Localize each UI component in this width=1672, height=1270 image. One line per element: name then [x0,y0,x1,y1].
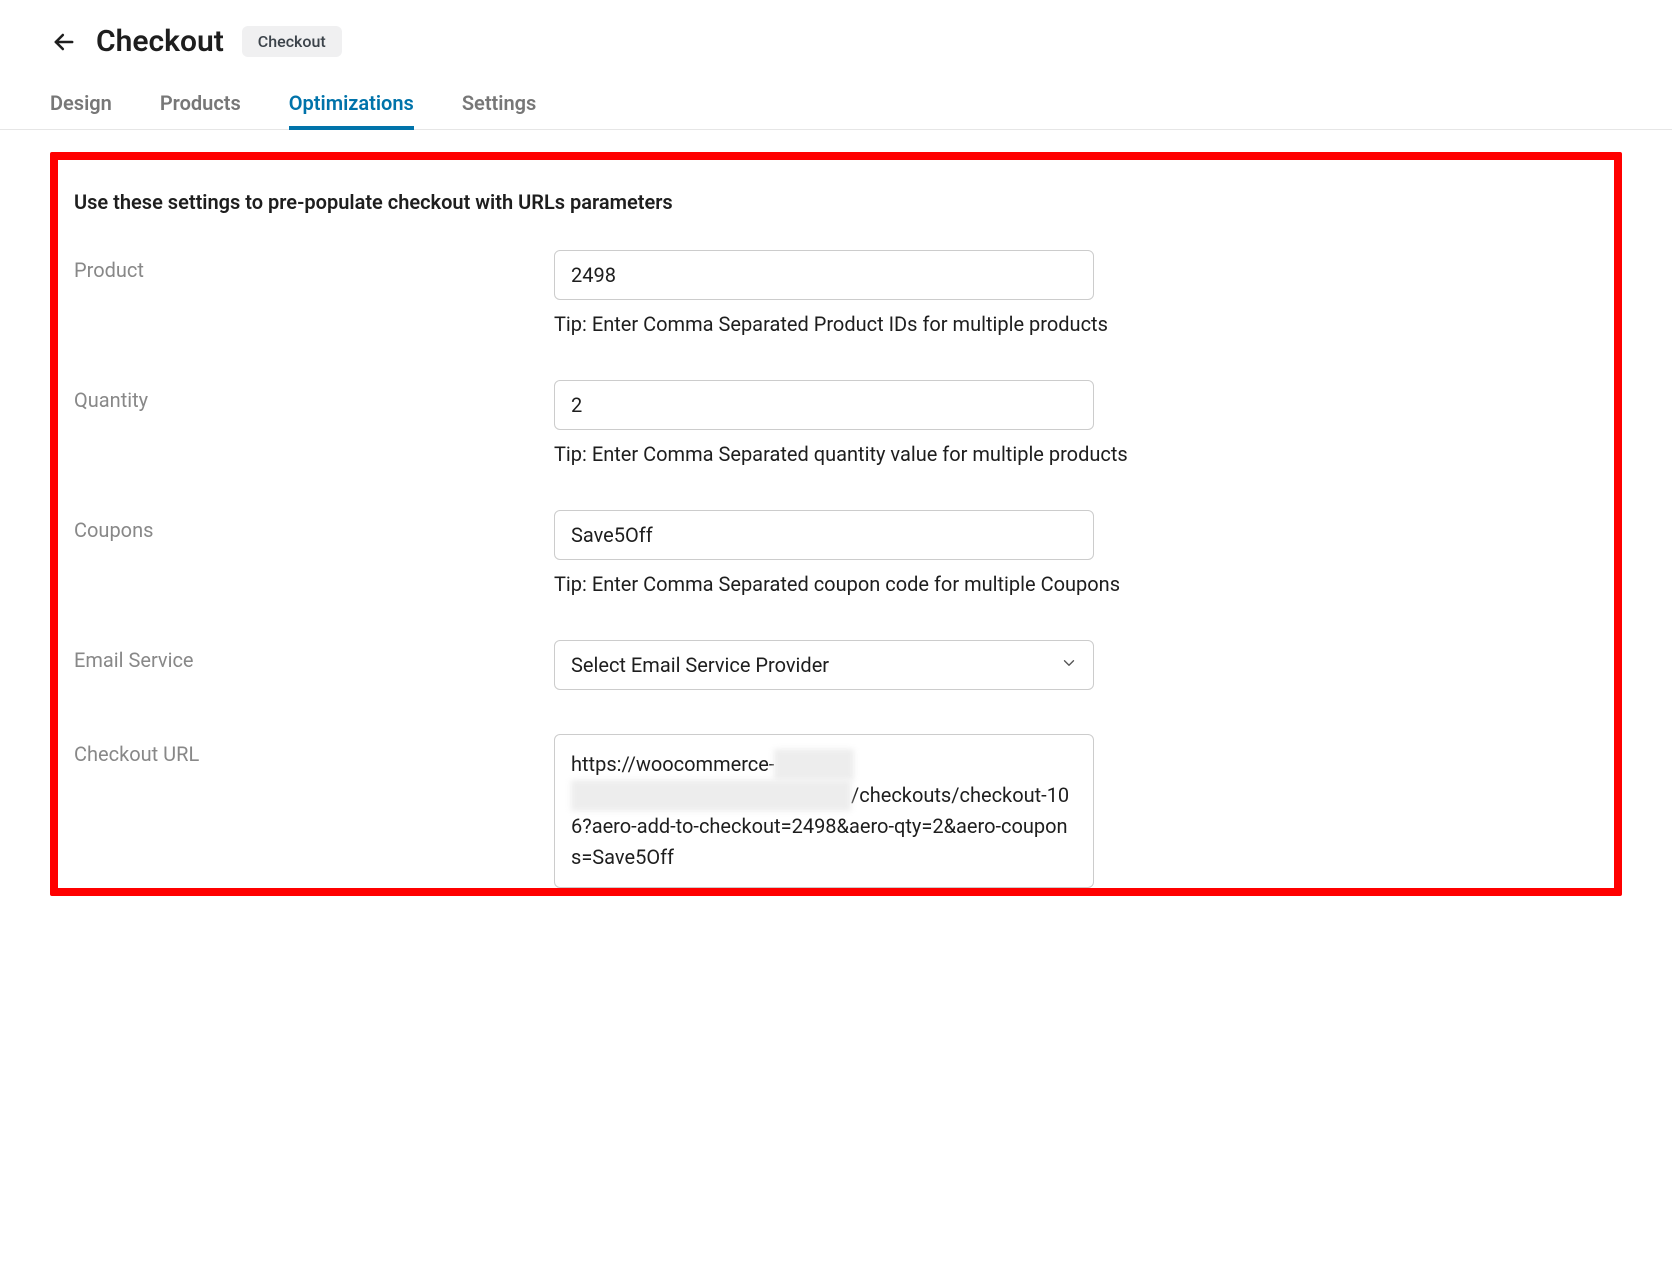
coupons-tip: Tip: Enter Comma Separated coupon code f… [554,572,1134,596]
checkout-url-redacted-2: xxxxxxxxxxxxxxxxxxxxxxxxxxx [571,780,851,811]
quantity-tip: Tip: Enter Comma Separated quantity valu… [554,442,1134,466]
tab-products[interactable]: Products [160,77,241,129]
checkout-url-label: Checkout URL [74,734,534,766]
highlighted-settings-box: Use these settings to pre-populate check… [50,152,1622,896]
product-tip: Tip: Enter Comma Separated Product IDs f… [554,312,1134,336]
page-title: Checkout [96,24,224,59]
tabs-bar: Design Products Optimizations Settings [0,77,1672,130]
tab-settings[interactable]: Settings [462,77,536,129]
tab-design[interactable]: Design [50,77,112,129]
quantity-input[interactable] [554,380,1094,430]
tab-optimizations[interactable]: Optimizations [289,77,414,129]
checkout-url-prefix: https://woocommerce- [571,752,774,776]
checkout-url-redacted-1: xxxxxx [774,749,854,780]
product-input[interactable] [554,250,1094,300]
page-pill: Checkout [242,26,342,57]
quantity-label: Quantity [74,380,534,412]
checkout-url-output[interactable]: https://woocommerce-xxxxxxxxxxxxxxxxxxxx… [554,734,1094,888]
product-label: Product [74,250,534,282]
back-arrow-icon[interactable] [50,28,78,56]
email-service-label: Email Service [74,640,534,672]
email-service-select[interactable]: Select Email Service Provider [554,640,1094,690]
coupons-label: Coupons [74,510,534,542]
coupons-input[interactable] [554,510,1094,560]
section-description: Use these settings to pre-populate check… [74,190,1598,214]
